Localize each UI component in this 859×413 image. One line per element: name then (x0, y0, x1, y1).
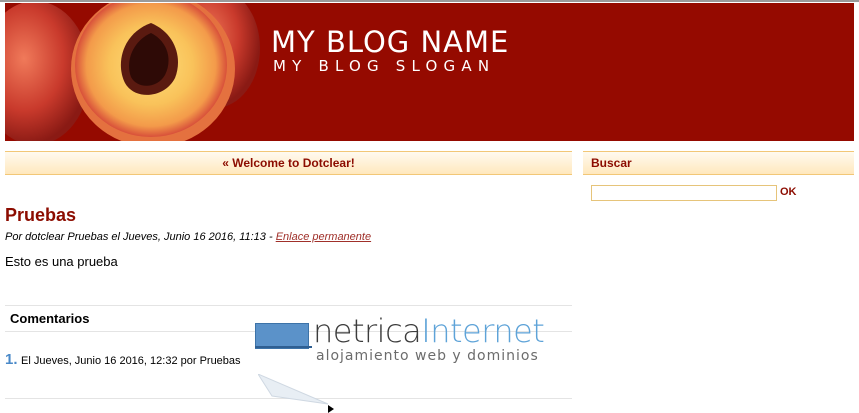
comments-title: Comentarios (10, 311, 90, 326)
post-title[interactable]: Pruebas (5, 205, 76, 226)
blog-name[interactable]: MY BLOG NAME (271, 26, 509, 58)
post-meta-text: Por dotclear Pruebas el Jueves, Junio 16… (5, 231, 276, 243)
watermark-name-part1: netrica (313, 312, 422, 350)
prev-post-link[interactable]: « Welcome to Dotclear! (222, 156, 354, 170)
blog-header[interactable]: MY BLOG NAME MY BLOG SLOGAN (5, 3, 854, 141)
comment-info: El Jueves, Junio 16 2016, 12:32 por Prue… (21, 355, 241, 367)
post-meta: Por dotclear Pruebas el Jueves, Junio 16… (5, 231, 371, 243)
mouse-cursor-icon (328, 405, 334, 413)
navigation-bar: « Welcome to Dotclear! (5, 151, 572, 175)
watermark-logo-text: netricaInternet (313, 312, 545, 350)
top-border (0, 0, 859, 2)
search-title: Buscar (591, 156, 632, 170)
comments-top-divider (5, 305, 572, 306)
watermark-logo-underline (255, 346, 312, 348)
watermark-tail-shape (258, 374, 329, 405)
comment-number: 1. (5, 351, 18, 368)
watermark-name-part2: Internet (421, 312, 545, 350)
search-input[interactable] (591, 185, 777, 201)
search-ok-button[interactable]: OK (780, 186, 797, 198)
post-body: Esto es una prueba (5, 254, 118, 269)
blog-slogan: MY BLOG SLOGAN (273, 57, 496, 75)
permalink-link[interactable]: Enlace permanente (276, 231, 371, 243)
search-widget-header: Buscar (583, 151, 854, 175)
watermark-tagline: alojamiento web y dominios (316, 348, 539, 364)
